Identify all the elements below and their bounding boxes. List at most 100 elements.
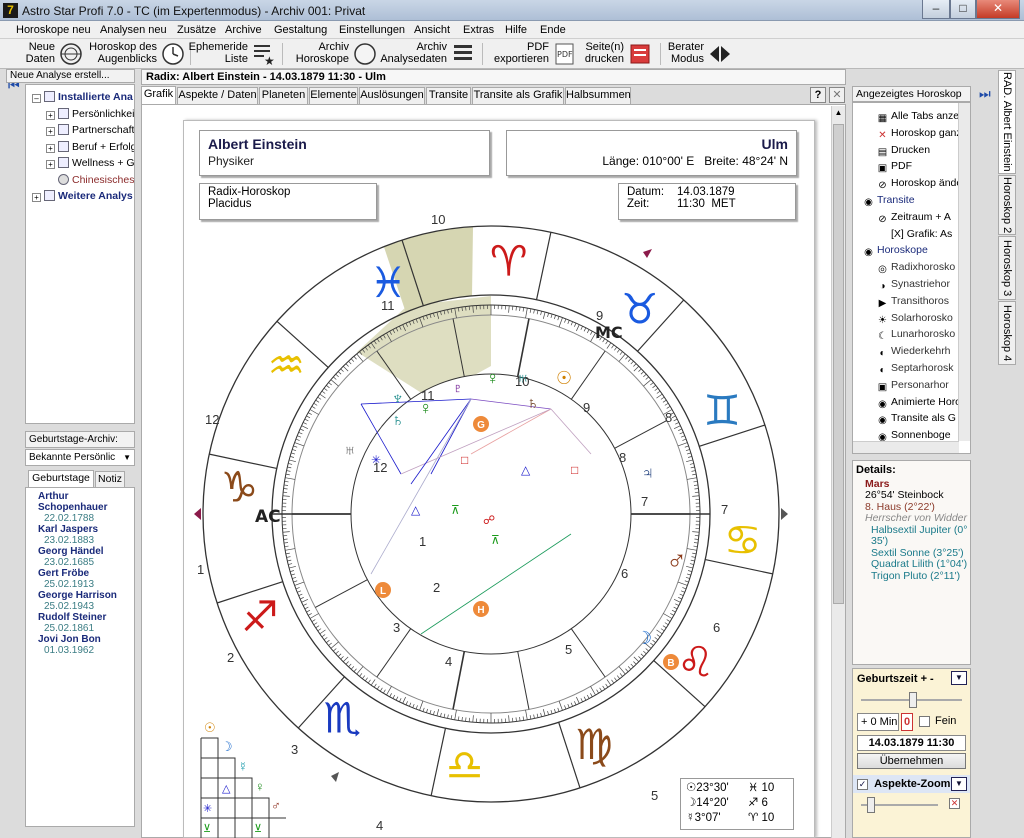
tree-item[interactable]: Chinesisches [32, 172, 134, 189]
action-item[interactable]: ✕ Horoskop ganz [859, 125, 970, 142]
scroll-up-icon[interactable]: ▲ [832, 106, 845, 120]
menu-hilfe[interactable]: Hilfe [505, 24, 527, 36]
birthday-name[interactable]: George Harrison [26, 590, 134, 601]
action-item[interactable]: ◑ Synastriehor [859, 276, 970, 293]
ephemeris-button[interactable]: Ephemeride Liste ★ [189, 41, 278, 67]
birthday-name[interactable]: Georg Händel [26, 546, 134, 557]
tab-ausloesungen[interactable]: Auslösungen [359, 87, 425, 104]
birthday-name[interactable]: Arthur Schopenhauer [26, 491, 134, 513]
action-item[interactable]: ▶ Transithoros [859, 293, 970, 310]
expand-icon[interactable]: + [46, 160, 55, 169]
expand-icon[interactable]: + [32, 193, 41, 202]
tab-birthdays[interactable]: Geburtstage [28, 470, 94, 487]
birthday-name[interactable]: Karl Jaspers [26, 524, 134, 535]
vtab-radix[interactable]: RAD. Albert Einstein [998, 70, 1016, 174]
close-tab-button[interactable]: ✕ [829, 87, 845, 103]
action-item[interactable]: ⊘ Horoskop ände [859, 175, 970, 192]
spacer-icon[interactable] [46, 174, 55, 184]
tree-item[interactable]: + Partnerschaft [32, 122, 134, 139]
pdf-export-button[interactable]: PDF exportieren PDF [492, 41, 579, 67]
tab-elemente[interactable]: Elemente [309, 87, 358, 104]
action-item[interactable]: [X] Grafik: As [859, 226, 970, 243]
action-item[interactable]: ▦ Alle Tabs anzei [859, 108, 970, 125]
action-item[interactable]: ◎ Radixhorosko [859, 259, 970, 276]
aspect-zoom-checkbox[interactable]: ✓ [857, 779, 868, 790]
tab-aspekte-daten[interactable]: Aspekte / Daten [177, 87, 258, 104]
menu-einstellungen[interactable]: Einstellungen [339, 24, 405, 36]
action-item[interactable]: ◐ Septarhorosk [859, 360, 970, 377]
reset-button[interactable]: 0 [901, 713, 913, 731]
menu-zusaetze[interactable]: Zusätze [177, 24, 216, 36]
tab-transite[interactable]: Transite [426, 87, 471, 104]
tree-item[interactable]: + Wellness + Ge [32, 155, 134, 172]
aspect-zoom-slider[interactable]: ✕ [861, 795, 962, 815]
vertical-scrollbar[interactable]: ▲ [831, 106, 845, 838]
menu-ansicht[interactable]: Ansicht [414, 24, 450, 36]
minimize-button[interactable]: – [922, 0, 950, 19]
close-button[interactable]: ✕ [976, 0, 1020, 19]
slider-thumb[interactable] [909, 692, 917, 708]
action-item[interactable]: ☀ Solarhorosko [859, 310, 970, 327]
right-hscroll[interactable] [853, 441, 959, 453]
action-label: Sonnenboge [891, 429, 951, 442]
vtab-horoskop-4[interactable]: Horoskop 4 [998, 301, 1016, 365]
current-moment-button[interactable]: Horoskop des Augenblicks [89, 41, 187, 67]
fine-checkbox[interactable] [919, 716, 930, 727]
action-item[interactable]: ▣ PDF [859, 158, 970, 175]
tree-item[interactable]: + Weitere Analys [32, 188, 134, 205]
degree-tick [295, 587, 300, 590]
tree-item[interactable]: + Beruf + Erfolg [32, 139, 134, 156]
maximize-button[interactable]: □ [950, 0, 976, 19]
action-item[interactable]: ▣ Personarhor [859, 377, 970, 394]
archive-analysis-button[interactable]: Archiv Analysedaten [380, 41, 477, 67]
expand-icon[interactable]: + [46, 143, 55, 153]
minutes-field[interactable]: + 0 Min [857, 713, 899, 731]
chevron-down-icon[interactable]: ▼ [951, 777, 967, 791]
action-item[interactable]: ◉ Transite [859, 192, 970, 209]
expand-icon[interactable]: + [46, 127, 55, 136]
new-data-button[interactable]: Neue Daten [26, 41, 85, 67]
vtab-horoskop-3[interactable]: Horoskop 3 [998, 236, 1016, 300]
menu-analysen-neu[interactable]: Analysen neu [100, 24, 167, 36]
menu-horoskope-neu[interactable]: Horoskope neu [16, 24, 91, 36]
menu-extras[interactable]: Extras [463, 24, 494, 36]
menu-gestaltung[interactable]: Gestaltung [274, 24, 327, 36]
slider-thumb[interactable] [867, 797, 875, 813]
birthday-name[interactable]: Jovi Jon Bon [26, 634, 134, 645]
scroll-thumb[interactable] [833, 124, 844, 604]
action-item[interactable]: ☾ Lunarhorosko [859, 326, 970, 343]
help-button[interactable]: ? [810, 87, 826, 103]
archive-horoscopes-button[interactable]: Archiv Horoskope [296, 41, 379, 67]
tab-planeten[interactable]: Planeten [259, 87, 308, 104]
expand-icon[interactable]: + [46, 110, 55, 120]
tree-item[interactable]: – Installierte Ana [32, 89, 134, 106]
degree-tick [652, 385, 656, 389]
action-item[interactable]: ◉ Transite als G [859, 410, 970, 427]
action-item[interactable]: ▤ Drucken [859, 142, 970, 159]
tab-halbsummen[interactable]: Halbsummen [565, 87, 631, 104]
chevron-down-icon[interactable]: ▼ [951, 671, 967, 685]
menu-archive[interactable]: Archive [225, 24, 262, 36]
vtab-horoskop-2[interactable]: Horoskop 2 [998, 175, 1016, 235]
action-item[interactable]: ◉ Animierte Horos [859, 394, 970, 411]
consultant-mode-button[interactable]: Berater Modus [668, 41, 734, 67]
expand-icon[interactable]: – [32, 94, 41, 103]
action-item[interactable]: ◐ Wiederkehrh [859, 343, 970, 360]
right-vscroll[interactable] [958, 103, 970, 441]
time-slider[interactable] [861, 689, 962, 711]
tab-note[interactable]: Notiz [95, 471, 125, 487]
tab-grafik[interactable]: Grafik [141, 86, 176, 105]
tree-item[interactable]: + Persönlichkeit [32, 106, 134, 123]
print-button[interactable]: Seite(n) drucken [582, 41, 654, 67]
apply-button[interactable]: Übernehmen [857, 753, 966, 769]
action-item[interactable]: ◉ Horoskope [859, 242, 970, 259]
action-item[interactable]: ⊘ Zeitraum + A [859, 209, 970, 226]
birthday-name[interactable]: Gert Fröbe [26, 568, 134, 579]
menu-ende[interactable]: Ende [540, 24, 566, 36]
collapse-right-icon[interactable]: ⏭ [979, 86, 993, 104]
birthday-archive-select[interactable]: Bekannte Persönlic ▼ [25, 449, 135, 466]
zoom-reset-icon[interactable]: ✕ [949, 798, 960, 809]
tab-transite-grafik[interactable]: Transite als Grafik [472, 87, 564, 104]
birth-datetime-field[interactable]: 14.03.1879 11:30 [857, 735, 966, 751]
birthday-name[interactable]: Rudolf Steiner [26, 612, 134, 623]
